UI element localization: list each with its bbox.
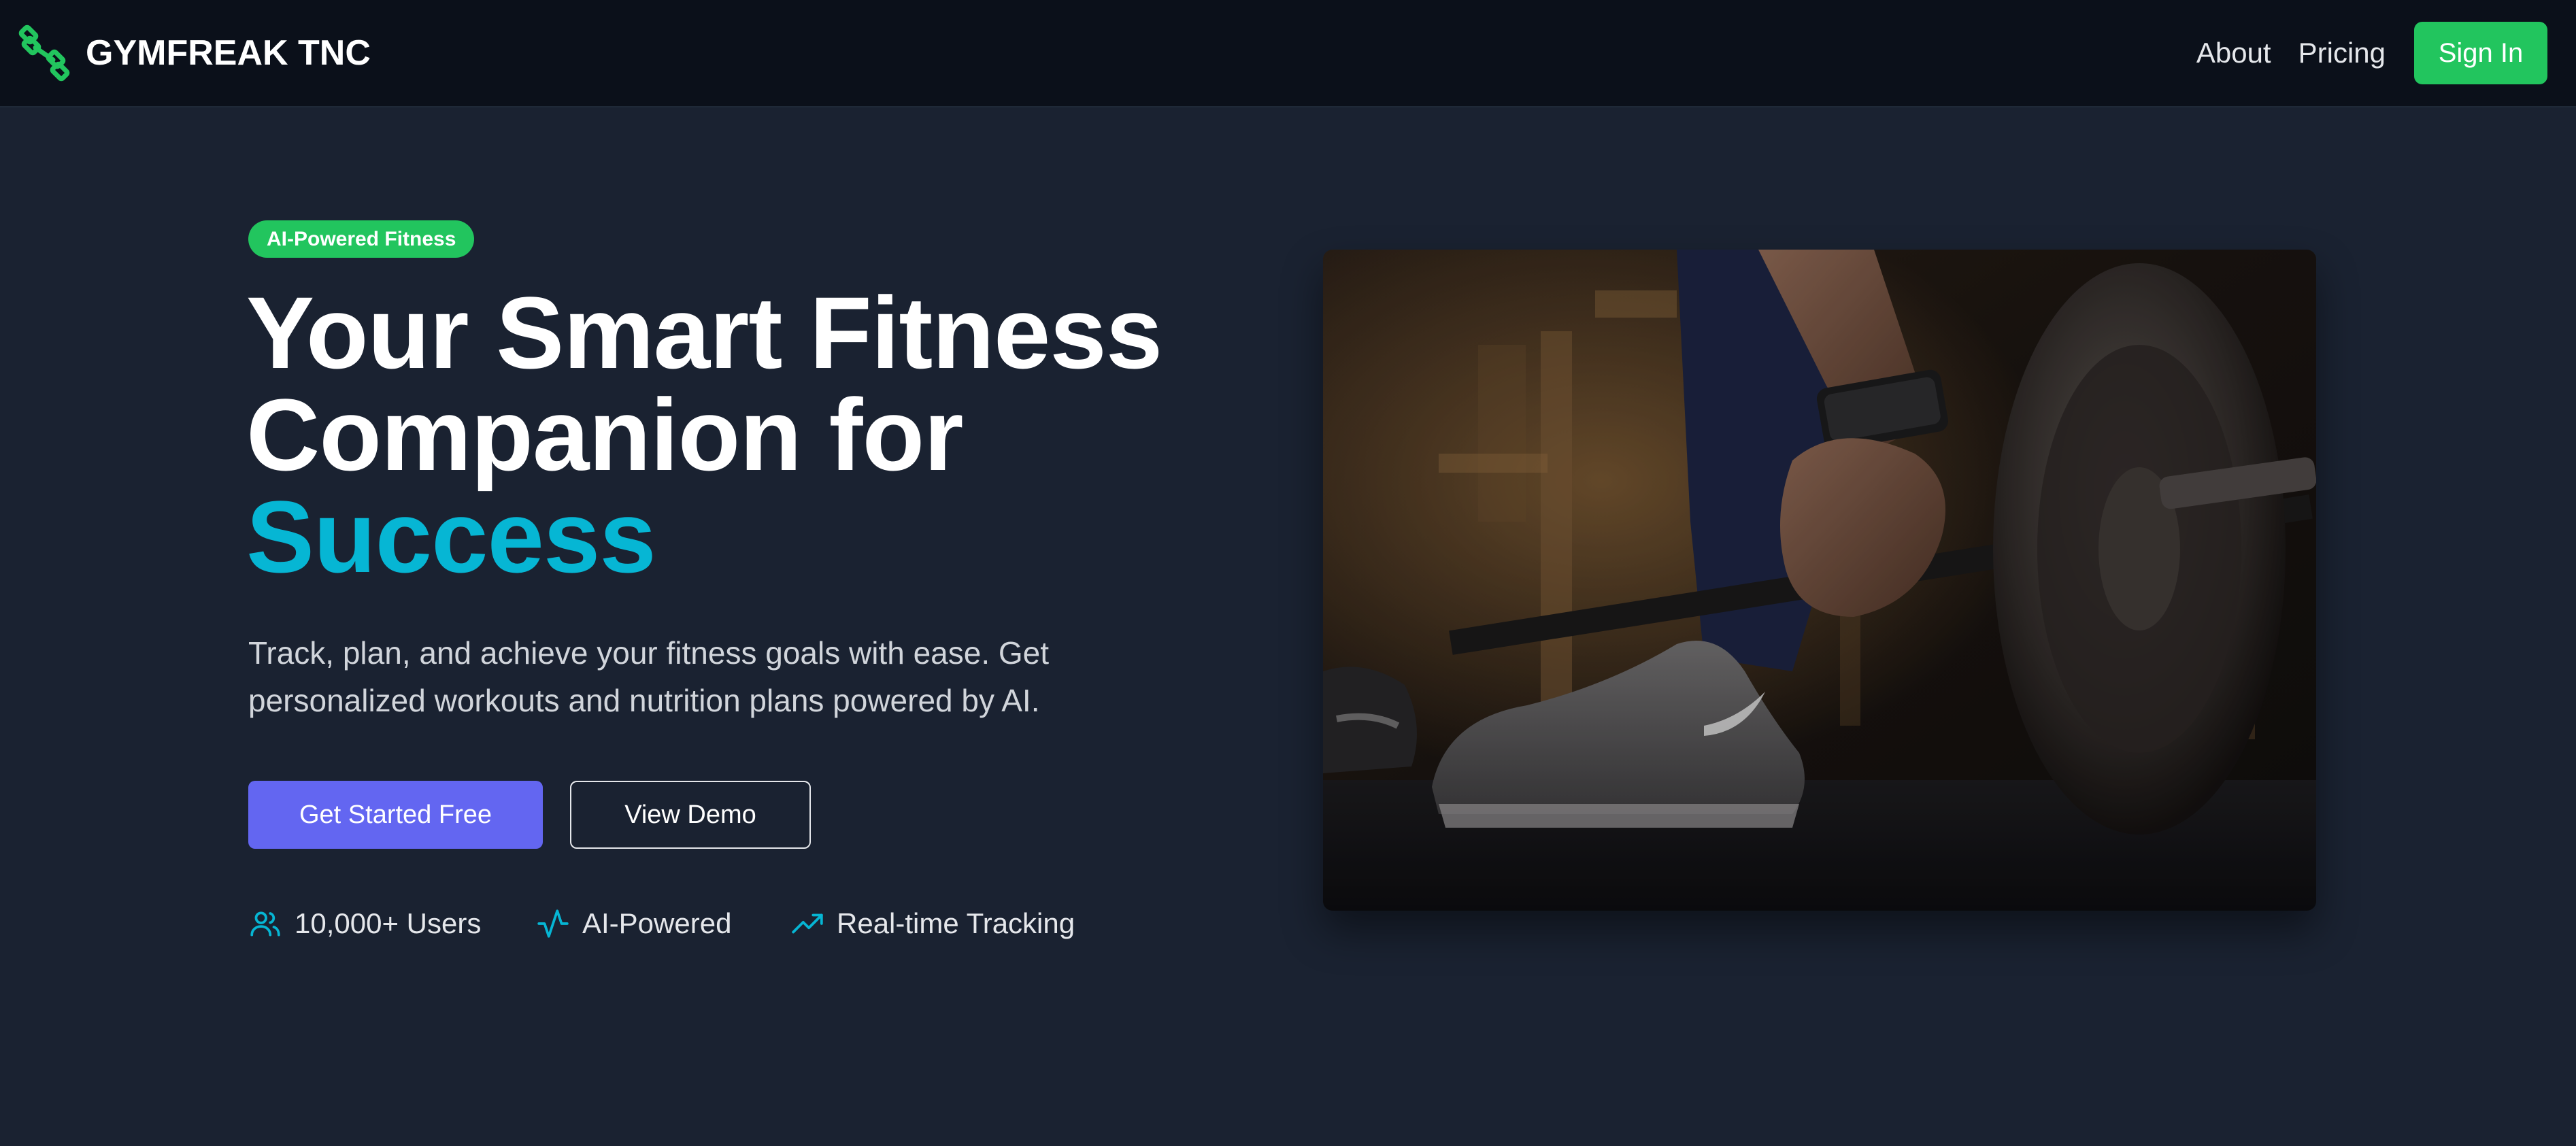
hero-gym-photo	[1323, 250, 2316, 911]
stat-ai-powered-label: AI-Powered	[582, 907, 732, 939]
users-icon	[250, 911, 280, 937]
nav-about-link[interactable]: About	[2196, 37, 2271, 69]
hero-description: Track, plan, and achieve your fitness go…	[248, 629, 1201, 724]
stat-real-time-tracking: Real-time Tracking	[790, 903, 1075, 944]
view-demo-button[interactable]: View Demo	[570, 781, 811, 849]
brand-name: GYMFREAK TNC	[86, 33, 371, 73]
description-line-2: personalized workouts and nutrition plan…	[248, 683, 1040, 718]
dumbbell-icon	[18, 24, 70, 82]
stat-ai-powered: AI-Powered	[536, 903, 731, 944]
trending-up-icon	[792, 913, 823, 934]
headline-line-1: Your Smart Fitness	[246, 275, 1162, 390]
activity-icon	[537, 909, 569, 938]
brand-logo-link[interactable]: GYMFREAK TNC	[18, 24, 371, 82]
stat-users-label: 10,000+ Users	[295, 907, 482, 939]
ai-powered-badge: AI-Powered Fitness	[248, 220, 475, 258]
top-navigation-bar: GYMFREAK TNC About Pricing Sign In	[0, 0, 2576, 107]
nav-pricing-link[interactable]: Pricing	[2298, 37, 2386, 69]
description-line-1: Track, plan, and achieve your fitness go…	[248, 635, 1050, 671]
hero-headline: Your Smart Fitness Companion for Success	[246, 282, 1267, 588]
sign-in-button[interactable]: Sign In	[2414, 22, 2547, 84]
barbell-lift-illustration	[1323, 250, 2316, 911]
headline-accent-word: Success	[246, 479, 656, 594]
stat-tracking-label: Real-time Tracking	[837, 907, 1075, 939]
headline-line-2: Companion for	[246, 377, 964, 492]
get-started-free-button[interactable]: Get Started Free	[248, 781, 543, 849]
main-nav: About Pricing Sign In	[2196, 22, 2547, 84]
stat-users: 10,000+ Users	[248, 903, 481, 944]
